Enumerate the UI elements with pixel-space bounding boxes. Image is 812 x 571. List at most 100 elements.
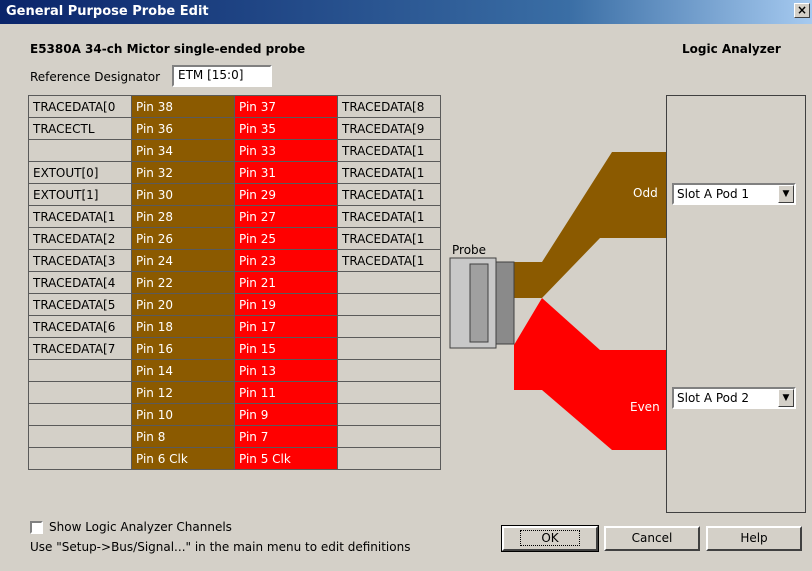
left-signal-cell[interactable]: [28, 381, 132, 404]
even-pin-cell[interactable]: Pin 19: [234, 293, 338, 316]
even-pin-cell[interactable]: Pin 21: [234, 271, 338, 294]
odd-pin-cell[interactable]: Pin 14: [131, 359, 235, 382]
right-signal-cell[interactable]: TRACEDATA[8: [337, 95, 441, 118]
even-pin-cell[interactable]: Pin 17: [234, 315, 338, 338]
right-signal-cell[interactable]: [337, 425, 441, 448]
right-signal-cell[interactable]: [337, 447, 441, 470]
odd-pin-cell[interactable]: Pin 26: [131, 227, 235, 250]
even-pin-cell[interactable]: Pin 27: [234, 205, 338, 228]
right-signal-cell[interactable]: TRACEDATA[1: [337, 183, 441, 206]
even-pin-cell[interactable]: Pin 9: [234, 403, 338, 426]
hint-text: Use "Setup->Bus/Signal..." in the main m…: [30, 540, 411, 554]
show-channels-label: Show Logic Analyzer Channels: [49, 520, 232, 534]
left-signal-cell[interactable]: TRACEDATA[7: [28, 337, 132, 360]
chevron-down-icon[interactable]: ▼: [778, 389, 794, 407]
even-pin-cell[interactable]: Pin 23: [234, 249, 338, 272]
right-signal-cell[interactable]: [337, 337, 441, 360]
odd-pod-select[interactable]: Slot A Pod 1 ▼: [672, 183, 796, 205]
left-signal-cell[interactable]: [28, 403, 132, 426]
right-signal-cell[interactable]: [337, 359, 441, 382]
show-channels-checkbox[interactable]: [30, 520, 43, 534]
left-signal-cell[interactable]: [28, 359, 132, 382]
odd-pin-cell[interactable]: Pin 8: [131, 425, 235, 448]
cancel-label: Cancel: [631, 531, 673, 545]
odd-pin-cell[interactable]: Pin 32: [131, 161, 235, 184]
cancel-button[interactable]: Cancel: [604, 526, 700, 551]
reference-designator-input[interactable]: ETM [15:0]: [172, 65, 272, 87]
right-signal-cell[interactable]: TRACEDATA[9: [337, 117, 441, 140]
window-title: General Purpose Probe Edit: [6, 4, 209, 19]
odd-pin-cell[interactable]: Pin 22: [131, 271, 235, 294]
left-signal-cell[interactable]: EXTOUT[0]: [28, 161, 132, 184]
even-pin-cell[interactable]: Pin 7: [234, 425, 338, 448]
close-icon[interactable]: ×: [794, 3, 810, 18]
odd-pin-cell[interactable]: Pin 28: [131, 205, 235, 228]
table-row: EXTOUT[0] Pin 32 Pin 31 TRACEDATA[1: [28, 161, 441, 184]
table-row: Pin 34 Pin 33 TRACEDATA[1: [28, 139, 441, 162]
left-signal-cell[interactable]: TRACEDATA[0: [28, 95, 132, 118]
odd-pin-cell[interactable]: Pin 34: [131, 139, 235, 162]
table-row: TRACEDATA[6 Pin 18 Pin 17: [28, 315, 441, 338]
left-signal-cell[interactable]: [28, 447, 132, 470]
chevron-down-icon[interactable]: ▼: [778, 185, 794, 203]
probe-body: [449, 257, 497, 349]
table-row: Pin 10 Pin 9: [28, 403, 441, 426]
even-pin-cell[interactable]: Pin 37: [234, 95, 338, 118]
even-pin-cell[interactable]: Pin 13: [234, 359, 338, 382]
even-pin-cell[interactable]: Pin 5 Clk: [234, 447, 338, 470]
right-signal-cell[interactable]: [337, 271, 441, 294]
right-signal-cell[interactable]: TRACEDATA[1: [337, 249, 441, 272]
even-pod-select[interactable]: Slot A Pod 2 ▼: [672, 387, 796, 409]
odd-cable-shape: [514, 152, 666, 298]
left-signal-cell[interactable]: [28, 425, 132, 448]
odd-pin-cell[interactable]: Pin 6 Clk: [131, 447, 235, 470]
even-pin-cell[interactable]: Pin 33: [234, 139, 338, 162]
even-pin-cell[interactable]: Pin 25: [234, 227, 338, 250]
even-pod-value: Slot A Pod 2: [677, 391, 750, 405]
even-pin-cell[interactable]: Pin 29: [234, 183, 338, 206]
left-signal-cell[interactable]: [28, 139, 132, 162]
right-signal-cell[interactable]: [337, 293, 441, 316]
right-signal-cell[interactable]: [337, 315, 441, 338]
odd-pin-cell[interactable]: Pin 24: [131, 249, 235, 272]
help-label: Help: [740, 531, 768, 545]
table-row: Pin 14 Pin 13: [28, 359, 441, 382]
table-row: TRACEDATA[2 Pin 26 Pin 25 TRACEDATA[1: [28, 227, 441, 250]
odd-pin-cell[interactable]: Pin 18: [131, 315, 235, 338]
table-row: TRACEDATA[0 Pin 38 Pin 37 TRACEDATA[8: [28, 95, 441, 118]
odd-pin-cell[interactable]: Pin 20: [131, 293, 235, 316]
right-signal-cell[interactable]: [337, 381, 441, 404]
odd-label: Odd: [633, 186, 658, 200]
even-pin-cell[interactable]: Pin 15: [234, 337, 338, 360]
odd-pin-cell[interactable]: Pin 30: [131, 183, 235, 206]
odd-pin-cell[interactable]: Pin 38: [131, 95, 235, 118]
table-row: Pin 12 Pin 11: [28, 381, 441, 404]
right-signal-cell[interactable]: TRACEDATA[1: [337, 227, 441, 250]
show-channels-row[interactable]: Show Logic Analyzer Channels: [30, 520, 232, 534]
even-cable-shape: [514, 298, 666, 450]
odd-pin-cell[interactable]: Pin 16: [131, 337, 235, 360]
even-pin-cell[interactable]: Pin 35: [234, 117, 338, 140]
table-row: EXTOUT[1] Pin 30 Pin 29 TRACEDATA[1: [28, 183, 441, 206]
left-signal-cell[interactable]: EXTOUT[1]: [28, 183, 132, 206]
odd-pin-cell[interactable]: Pin 10: [131, 403, 235, 426]
odd-pin-cell[interactable]: Pin 12: [131, 381, 235, 404]
right-signal-cell[interactable]: TRACEDATA[1: [337, 205, 441, 228]
left-signal-cell[interactable]: TRACEDATA[1: [28, 205, 132, 228]
left-signal-cell[interactable]: TRACECTL: [28, 117, 132, 140]
help-button[interactable]: Help: [706, 526, 802, 551]
odd-pin-cell[interactable]: Pin 36: [131, 117, 235, 140]
left-signal-cell[interactable]: TRACEDATA[3: [28, 249, 132, 272]
probe-plug: [469, 263, 489, 343]
even-pin-cell[interactable]: Pin 31: [234, 161, 338, 184]
ok-button[interactable]: OK: [501, 525, 599, 552]
right-signal-cell[interactable]: TRACEDATA[1: [337, 161, 441, 184]
right-signal-cell[interactable]: [337, 403, 441, 426]
right-signal-cell[interactable]: TRACEDATA[1: [337, 139, 441, 162]
left-signal-cell[interactable]: TRACEDATA[4: [28, 271, 132, 294]
left-signal-cell[interactable]: TRACEDATA[2: [28, 227, 132, 250]
probe-label: Probe: [452, 243, 487, 257]
left-signal-cell[interactable]: TRACEDATA[6: [28, 315, 132, 338]
even-pin-cell[interactable]: Pin 11: [234, 381, 338, 404]
left-signal-cell[interactable]: TRACEDATA[5: [28, 293, 132, 316]
